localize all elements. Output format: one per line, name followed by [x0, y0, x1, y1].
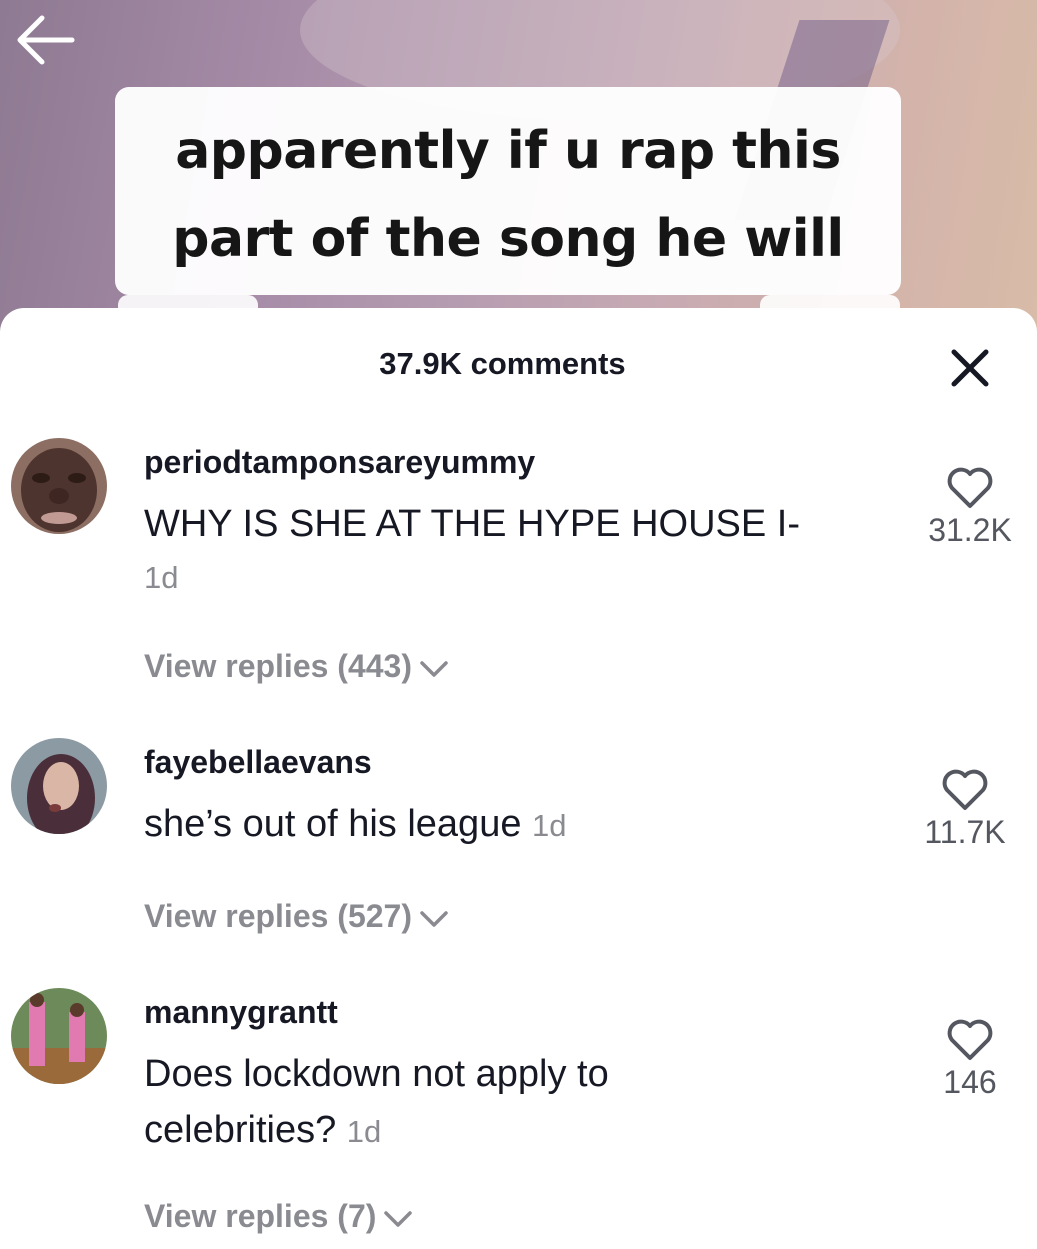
- comment-text-line-2: celebrities? 1d: [144, 1102, 609, 1160]
- comment-username[interactable]: periodtamponsareyummy: [144, 444, 535, 481]
- view-replies-label: View replies (443): [144, 648, 412, 684]
- view-replies-button[interactable]: View replies (7): [144, 1198, 416, 1235]
- view-replies-button[interactable]: View replies (443): [144, 648, 452, 685]
- avatar[interactable]: [11, 988, 107, 1084]
- back-arrow-icon[interactable]: [14, 12, 76, 72]
- view-replies-label: View replies (527): [144, 898, 412, 934]
- comments-sheet: 37.9K comments periodtamponsareyummy WHY…: [0, 308, 1037, 1249]
- view-replies-label: View replies (7): [144, 1198, 377, 1234]
- close-icon[interactable]: [948, 348, 992, 390]
- chevron-down-icon: [384, 1210, 413, 1227]
- comment-text: Does lockdown not apply to celebrities? …: [144, 1046, 609, 1160]
- heart-icon: [947, 467, 993, 508]
- comment-text: WHY IS SHE AT THE HYPE HOUSE I-: [144, 503, 801, 545]
- avatar[interactable]: [11, 438, 107, 534]
- like-count: 146: [943, 1064, 997, 1100]
- comment-time: 1d: [144, 560, 179, 595]
- chevron-down-icon: [420, 660, 448, 677]
- like-count: 11.7K: [924, 814, 1006, 850]
- comment-time: 1d: [532, 808, 567, 843]
- comment-text: she’s out of his league 1d: [144, 796, 567, 854]
- comments-count-title: 37.9K comments: [379, 346, 626, 381]
- caption-line-2: part of the song he will: [172, 209, 844, 269]
- comment-username[interactable]: fayebellaevans: [144, 744, 372, 781]
- comment-text-line-2-body: celebrities?: [144, 1109, 337, 1151]
- caption-line-1: apparently if u rap this: [175, 121, 841, 181]
- heart-icon: [942, 769, 988, 810]
- avatar[interactable]: [11, 738, 107, 834]
- like-button[interactable]: 31.2K: [915, 466, 1025, 549]
- comment-username[interactable]: mannygrantt: [144, 994, 338, 1031]
- heart-icon: [947, 1019, 993, 1060]
- view-replies-button[interactable]: View replies (527): [144, 898, 452, 935]
- comment-text-body: she’s out of his league: [144, 803, 522, 845]
- like-count: 31.2K: [928, 512, 1012, 548]
- like-button[interactable]: 146: [915, 1018, 1025, 1101]
- comment-time: 1d: [346, 1114, 382, 1149]
- like-button[interactable]: 11.7K: [910, 768, 1020, 851]
- comment-text-line-1: Does lockdown not apply to: [144, 1053, 609, 1095]
- video-caption: apparently if u rap this part of the son…: [115, 87, 901, 295]
- chevron-down-icon: [420, 910, 448, 927]
